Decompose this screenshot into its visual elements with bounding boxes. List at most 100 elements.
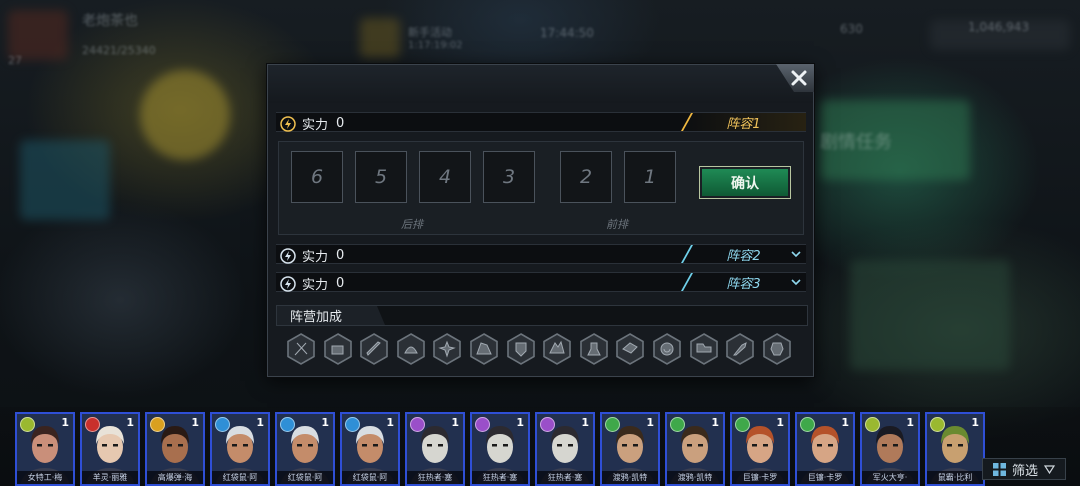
hero-level: 1	[61, 416, 69, 429]
hero-name: 渡鸦·凯特	[667, 471, 723, 484]
faction-bonus-bar: 阵营加成	[276, 305, 808, 326]
hero-name: 狂热者·塞	[407, 471, 463, 484]
faction-badge-icon	[930, 417, 945, 432]
front-row-label: 前排	[606, 218, 628, 231]
faction-badge-icon	[475, 417, 490, 432]
formation-slot-3[interactable]: 3	[483, 151, 535, 203]
wolf-faction-icon	[470, 333, 498, 365]
filter-label: 筛选	[1011, 463, 1038, 479]
back-row-label: 后排	[401, 218, 423, 231]
hero-name: 巨镰·卡罗	[797, 471, 853, 484]
confirm-button[interactable]: 确认	[699, 166, 791, 199]
player-level-text: 27	[8, 54, 22, 67]
hero-card[interactable]: 1 红袋鼠·阿	[340, 412, 400, 486]
player-name-text: 老炮茶也	[82, 13, 138, 29]
claw-faction-icon	[543, 333, 571, 365]
hero-card[interactable]: 1 巨镰·卡罗	[730, 412, 790, 486]
lineup-tag-2[interactable]: 阵容2	[681, 245, 806, 264]
dialog-header	[268, 65, 813, 103]
hero-level: 1	[581, 416, 589, 429]
faction-badge-icon	[670, 417, 685, 432]
hero-name: 巨镰·卡罗	[732, 471, 788, 484]
hero-card[interactable]: 1 女特工·梅	[15, 412, 75, 486]
lineup-dialog: 实力 0 阵容1 6 5 4 3 2 1 后排 前排 确认 实力 0 阵容2 实…	[267, 64, 814, 377]
faction-badge-icon	[865, 417, 880, 432]
formation-slot-4[interactable]: 4	[419, 151, 471, 203]
gold-text: 1,046,943	[968, 20, 1030, 34]
event-timer-text: 1:17:19:02	[408, 40, 463, 51]
hero-card[interactable]: 1 狂热者·塞	[535, 412, 595, 486]
faction-badge-icon	[800, 417, 815, 432]
hero-card[interactable]: 1 渡鸦·凯特	[600, 412, 660, 486]
hero-name: 红袋鼠·阿	[212, 471, 268, 484]
hero-name: 红袋鼠·阿	[277, 471, 333, 484]
hero-name: 高爆弹·海	[147, 471, 203, 484]
hero-level: 1	[971, 416, 979, 429]
beast-faction-icon	[396, 333, 425, 365]
hero-name: 军火大亨·	[862, 471, 918, 484]
shield-faction-icon	[506, 333, 535, 365]
formation-panel: 6 5 4 3 2 1 后排 前排 确认	[278, 141, 804, 235]
lineup-row-3[interactable]: 实力 0 阵容3	[276, 272, 806, 293]
energy-text: 630	[840, 22, 863, 36]
hero-level: 1	[646, 416, 654, 429]
hero-name: 红袋鼠·阿	[342, 471, 398, 484]
hero-name: 女特工·梅	[17, 471, 73, 484]
hero-card[interactable]: 1 红袋鼠·阿	[210, 412, 270, 486]
hero-name: 鼠霸·比利	[927, 471, 983, 484]
faction-badge-icon	[735, 417, 750, 432]
power-label: 实力	[302, 118, 329, 133]
hero-name: 羊灵·丽雅	[82, 471, 138, 484]
side-quest-text: 剧情任务	[820, 132, 892, 153]
hero-name: 渡鸦·凯特	[602, 471, 658, 484]
formation-slot-5[interactable]: 5	[355, 151, 407, 203]
power-icon	[280, 247, 296, 264]
hero-level: 1	[906, 416, 914, 429]
faction-badge-icon	[20, 417, 35, 432]
hero-card[interactable]: 1 鼠霸·比利	[925, 412, 985, 486]
lineup-row-1[interactable]: 实力 0 阵容1	[276, 112, 806, 133]
hero-card[interactable]: 1 巨镰·卡罗	[795, 412, 855, 486]
power-label: 实力	[302, 250, 329, 265]
event-label-text: 新手活动	[408, 26, 452, 39]
hero-level: 1	[841, 416, 849, 429]
sword-faction-icon	[287, 333, 315, 365]
hero-card[interactable]: 1 红袋鼠·阿	[275, 412, 335, 486]
faction-badge-icon	[345, 417, 360, 432]
hero-card[interactable]: 1 渡鸦·凯特	[665, 412, 725, 486]
hero-card[interactable]: 1 高爆弹·海	[145, 412, 205, 486]
tag-slash-icon	[681, 113, 693, 131]
faction-badge-icon	[410, 417, 425, 432]
bird-faction-icon	[616, 333, 645, 365]
triangle-down-icon	[1044, 464, 1055, 474]
faction-icon-row	[286, 333, 796, 367]
grid-icon	[992, 462, 1006, 476]
lineup-row-2[interactable]: 实力 0 阵容2	[276, 244, 806, 265]
lineup-tag-3[interactable]: 阵容3	[681, 273, 806, 292]
hero-level: 1	[516, 416, 524, 429]
hero-card[interactable]: 1 军火大亨·	[860, 412, 920, 486]
gear-faction-icon	[433, 333, 462, 365]
formation-slot-6[interactable]: 6	[291, 151, 343, 203]
lineup-tag-1[interactable]: 阵容1	[681, 113, 806, 132]
formation-slot-1[interactable]: 1	[624, 151, 676, 203]
player-exp-text: 24421/25340	[82, 44, 156, 57]
hero-card[interactable]: 1 羊灵·丽雅	[80, 412, 140, 486]
fist-faction-icon	[323, 333, 352, 365]
hero-level: 1	[776, 416, 784, 429]
hero-card[interactable]: 1 狂热者·塞	[470, 412, 530, 486]
hero-card[interactable]: 1 狂热者·塞	[405, 412, 465, 486]
power-value: 0	[336, 248, 345, 263]
close-icon	[791, 70, 807, 86]
chevron-down-icon	[791, 279, 801, 286]
blade-faction-icon	[360, 333, 388, 365]
faction-bonus-label: 阵营加成	[277, 306, 385, 325]
spiral-faction-icon	[653, 333, 681, 365]
power-label: 实力	[302, 278, 329, 293]
tag-slash-icon	[681, 273, 693, 291]
faction-badge-icon	[540, 417, 555, 432]
soldier-faction-icon	[579, 333, 608, 365]
power-icon	[280, 275, 296, 292]
formation-slot-2[interactable]: 2	[560, 151, 612, 203]
filter-button[interactable]: 筛选	[982, 458, 1066, 480]
